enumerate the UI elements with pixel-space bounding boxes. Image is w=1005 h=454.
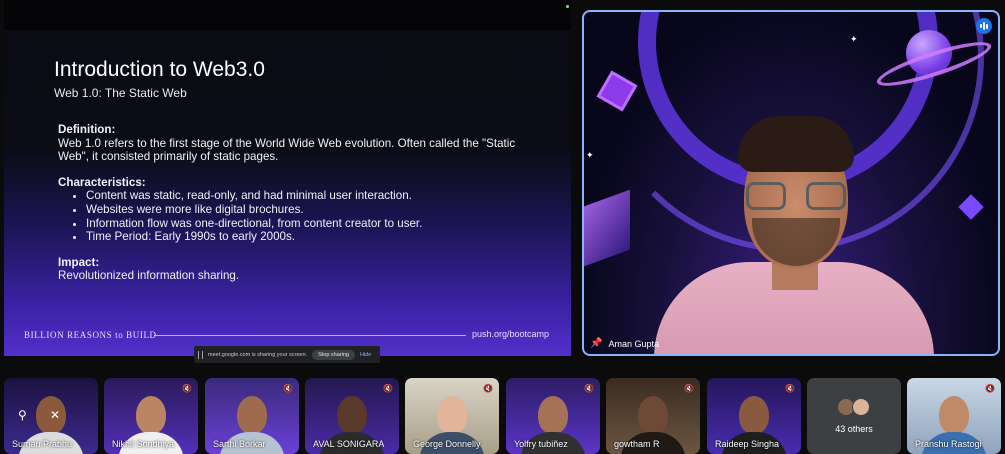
impact-text: Revolutionized information sharing.	[58, 269, 240, 283]
speaking-indicator-icon	[976, 18, 992, 34]
mic-off-icon: 🔇	[283, 384, 293, 393]
footer-brand-logo: BILLION REASONS to BUILD	[24, 330, 157, 340]
participant-name: gowtham R	[614, 439, 660, 449]
list-item: Time Period: Early 1990s to early 2000s.	[86, 230, 528, 244]
participant-tile[interactable]: 🔇 George Donnelly	[405, 378, 499, 454]
participant-tile[interactable]: 🔇 Raideep Singha	[707, 378, 801, 454]
mic-off-icon: 🔇	[684, 384, 694, 393]
characteristics-list: Content was static, read-only, and had m…	[58, 189, 528, 243]
participant-tile[interactable]: 🔇 Sarthi Borkar	[205, 378, 299, 454]
participant-name: Sarthi Borkar	[213, 439, 266, 449]
mic-off-icon: 🔇	[383, 384, 393, 393]
participant-tile[interactable]: 🔇 Nikhil Sondhiya	[104, 378, 198, 454]
footer-url: push.org/bootcamp	[472, 329, 550, 339]
slide-top-bar	[4, 0, 571, 30]
participant-name: George Donnelly	[413, 439, 481, 449]
mic-off-icon: 🔇	[785, 384, 795, 393]
participant-name: Suman Prabhu	[12, 439, 73, 449]
definition-text: Web 1.0 refers to the first stage of the…	[58, 136, 516, 164]
participant-name: Pranshu Rastogi	[915, 439, 982, 449]
definition-heading: Definition	[58, 123, 112, 136]
list-item: Websites were more like digital brochure…	[86, 203, 528, 217]
slide-subtitle: Web 1.0: The Static Web	[54, 86, 187, 100]
pin-icon[interactable]: ⚲	[18, 408, 27, 422]
definition-section: Definition:	[58, 123, 116, 136]
participant-tile[interactable]: 🔇 Pranshu Rastogi	[907, 378, 1001, 454]
participant-name: AVAL SONIGARA	[313, 439, 385, 449]
participant-tile[interactable]: 🔇 Yolfry tubiñez	[506, 378, 600, 454]
mic-off-icon: 🔇	[182, 384, 192, 393]
others-avatars	[837, 398, 870, 416]
star-icon: ✦	[586, 150, 594, 160]
drag-handle-icon[interactable]	[198, 350, 203, 359]
list-item: Content was static, read-only, and had m…	[86, 189, 528, 203]
speaker-name: Aman Gupta	[608, 338, 659, 349]
participant-name: Nikhil Sondhiya	[112, 439, 175, 449]
speaker-video	[654, 110, 934, 354]
hide-button[interactable]: Hide	[360, 352, 371, 358]
participant-strip: ⚲ ✕ Suman Prabhu 🔇 Nikhil Sondhiya 🔇 Sar…	[0, 378, 1005, 454]
speaker-tile[interactable]: ✦ ✦ 📌 Aman Gupta	[582, 10, 1000, 356]
status-dot-icon	[566, 5, 569, 8]
share-message: meet.google.com is sharing your screen.	[208, 351, 308, 358]
others-count: 43 others	[835, 424, 873, 434]
mic-off-icon[interactable]: ✕	[50, 408, 60, 422]
meet-call-window: Introduction to Web3.0 Web 1.0: The Stat…	[0, 0, 1005, 454]
participant-name: Yolfry tubiñez	[514, 439, 568, 449]
screen-share-bar: meet.google.com is sharing your screen. …	[194, 346, 380, 363]
mic-off-icon: 🔇	[584, 384, 594, 393]
participant-name: Raideep Singha	[715, 439, 780, 449]
slide-body: Definition: Web 1.0 refers to the first …	[58, 123, 528, 283]
footer-divider	[154, 335, 466, 336]
star-icon: ✦	[850, 34, 858, 44]
mic-off-icon: 🔇	[985, 384, 995, 393]
characteristics-heading: Characteristics	[58, 175, 142, 189]
others-tile[interactable]: 43 others	[807, 378, 901, 454]
impact-heading: Impact	[58, 255, 96, 269]
pin-icon[interactable]: 📌	[590, 338, 602, 349]
slide-title: Introduction to Web3.0	[54, 58, 265, 81]
presentation-slide: Introduction to Web3.0 Web 1.0: The Stat…	[4, 0, 571, 356]
participant-tile[interactable]: ⚲ ✕ Suman Prabhu	[4, 378, 98, 454]
stop-sharing-button[interactable]: Stop sharing	[312, 349, 355, 360]
list-item: Information flow was one-directional, fr…	[86, 217, 528, 231]
participant-tile[interactable]: 🔇 AVAL SONIGARA	[305, 378, 399, 454]
mic-off-icon: 🔇	[483, 384, 493, 393]
participant-tile[interactable]: 🔇 gowtham R	[606, 378, 700, 454]
